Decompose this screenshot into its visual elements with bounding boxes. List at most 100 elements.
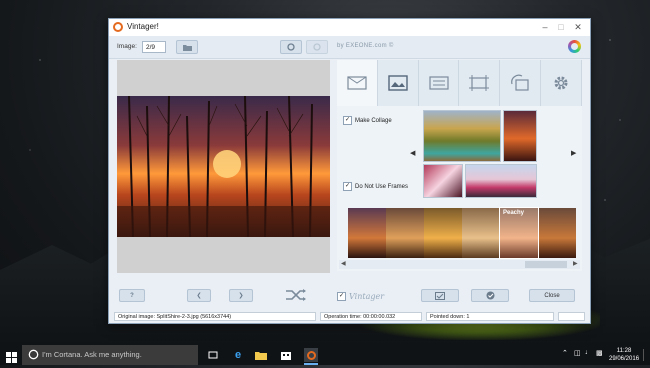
tab-frames[interactable] <box>337 60 378 106</box>
vintager-brand-toggle[interactable]: ✓ Vintager <box>337 292 384 301</box>
collage-prev-arrow-icon[interactable]: ◀ <box>410 149 415 157</box>
previous-image-button[interactable]: ❮ <box>187 289 211 302</box>
filter-thumb-peachy[interactable]: Peachy <box>499 207 539 259</box>
brand-label: Vintager <box>349 292 385 301</box>
undo-button[interactable] <box>280 40 302 54</box>
toolbar: Image: 2/9 by EXEONE.com © <box>109 36 590 59</box>
gear-icon <box>554 76 568 90</box>
close-button[interactable]: Close <box>529 289 575 302</box>
edge-icon[interactable]: e <box>231 348 245 362</box>
effect-tabs <box>337 60 582 106</box>
envelope-frame-icon <box>347 76 367 90</box>
scroll-left-icon[interactable]: ◀ <box>341 260 346 267</box>
image-check-icon <box>435 291 445 300</box>
taskbar: I'm Cortana. Ask me anything. e ⌃ ◫ ♩ ▩ … <box>0 345 650 365</box>
collage-thumb-sunset[interactable] <box>503 110 537 162</box>
preview-image <box>117 96 330 237</box>
status-pointed-down: Pointed down: 1 <box>426 312 554 321</box>
windows-logo-icon <box>6 352 17 363</box>
help-button[interactable]: ? <box>119 289 145 302</box>
tray-chevron-icon[interactable]: ⌃ <box>562 349 568 357</box>
question-icon: ? <box>130 292 134 299</box>
shuffle-button[interactable] <box>285 288 307 307</box>
vintager-taskbar-icon[interactable] <box>304 348 318 362</box>
tab-rotate[interactable] <box>500 60 542 106</box>
app-icon <box>113 22 123 32</box>
filter-thumb[interactable] <box>348 208 386 258</box>
status-bar: Original image: SplitShire-2-3.jpg (5616… <box>109 311 590 322</box>
make-collage-checkbox[interactable]: ✓ Make Collage <box>343 116 392 125</box>
credit-text: by EXEONE.com © <box>337 43 394 49</box>
window-title: Vintager! <box>127 22 159 31</box>
action-center-icon[interactable]: ▩ <box>596 349 603 357</box>
taskbar-clock[interactable]: 11:28 29/06/2016 <box>609 347 639 363</box>
clock-time: 11:28 <box>616 348 632 354</box>
brand-check-icon: ✓ <box>337 292 346 301</box>
apply-button[interactable] <box>421 289 459 302</box>
file-explorer-icon[interactable] <box>254 348 268 362</box>
collage-next-arrow-icon[interactable]: ▶ <box>571 149 576 157</box>
volume-icon[interactable]: ♩ <box>585 349 592 356</box>
folder-icon <box>182 44 192 51</box>
make-collage-label: Make Collage <box>355 117 392 124</box>
forest-sunset-photo <box>117 96 330 237</box>
redo-button[interactable] <box>306 40 328 54</box>
rotate-image-icon <box>511 74 529 91</box>
options-panel: ✓ Make Collage ✓ Do Not Use Frames ◀ ▶ P… <box>337 106 582 271</box>
cortana-circle-icon <box>28 349 39 360</box>
tab-settings[interactable] <box>541 60 582 106</box>
close-window-button[interactable]: ✕ <box>570 20 586 34</box>
make-collage-check-icon: ✓ <box>343 116 352 125</box>
minimize-button[interactable]: – <box>537 20 553 34</box>
bottom-toolbar: ? ❮ ❯ ✓ Vintager Close <box>109 284 590 306</box>
collage-thumb-car[interactable] <box>465 164 537 198</box>
start-button[interactable] <box>6 350 17 368</box>
preview-area <box>117 60 330 273</box>
status-extra <box>558 312 585 321</box>
filter-thumb[interactable] <box>424 208 462 258</box>
clock-date: 29/06/2016 <box>609 356 640 362</box>
filter-scrollbar[interactable]: ◀ ▶ <box>339 260 580 269</box>
adjust-icon <box>428 76 449 90</box>
filter-thumb[interactable] <box>462 208 500 258</box>
filter-thumb[interactable] <box>538 208 576 258</box>
redo-icon <box>313 43 321 51</box>
collage-thumb-drinks[interactable] <box>423 164 463 198</box>
chevron-left-icon: ❮ <box>196 293 202 299</box>
scrollbar-thumb[interactable] <box>525 261 567 268</box>
store-icon[interactable] <box>279 348 293 362</box>
status-original-image: Original image: SplitShire-2-3.jpg (5616… <box>114 312 316 321</box>
undo-icon <box>287 43 295 51</box>
image-filter-icon <box>388 75 408 91</box>
do-not-use-frames-label: Do Not Use Frames <box>355 183 409 190</box>
next-image-button[interactable]: ❯ <box>229 289 253 302</box>
network-icon[interactable]: ◫ <box>574 349 581 357</box>
image-label: Image: <box>117 43 137 50</box>
image-index-field[interactable]: 2/9 <box>142 41 166 53</box>
tab-adjust[interactable] <box>418 60 460 106</box>
scroll-right-icon[interactable]: ▶ <box>573 260 578 267</box>
shuffle-icon <box>286 289 306 301</box>
filter-highlight-label: Peachy <box>503 210 525 216</box>
task-view-icon[interactable] <box>206 348 220 362</box>
show-desktop-button[interactable] <box>643 349 649 361</box>
maximize-button[interactable]: □ <box>553 20 569 34</box>
tab-filters[interactable] <box>377 60 419 106</box>
do-not-use-frames-checkbox[interactable]: ✓ Do Not Use Frames <box>343 182 408 191</box>
tab-crop[interactable] <box>459 60 501 106</box>
exeone-logo-icon[interactable] <box>568 40 581 53</box>
filter-strip: Peachy <box>348 207 576 259</box>
cortana-search-box[interactable]: I'm Cortana. Ask me anything. <box>22 345 198 365</box>
check-circle-icon <box>486 291 494 300</box>
open-folder-button[interactable] <box>176 40 198 54</box>
cortana-placeholder: I'm Cortana. Ask me anything. <box>42 350 142 359</box>
chevron-right-icon: ❯ <box>238 293 244 299</box>
vintager-window: Vintager! – □ ✕ Image: 2/9 by EXEONE.com… <box>108 18 591 324</box>
filter-thumb[interactable] <box>386 208 424 258</box>
save-button[interactable] <box>471 289 509 302</box>
collage-thumb-mountains[interactable] <box>423 110 501 162</box>
title-bar[interactable]: Vintager! – □ ✕ <box>109 19 590 36</box>
do-not-use-frames-check-icon: ✓ <box>343 182 352 191</box>
status-operation-time: Operation time: 00:00:00.032 <box>320 312 422 321</box>
crop-icon <box>469 75 490 91</box>
